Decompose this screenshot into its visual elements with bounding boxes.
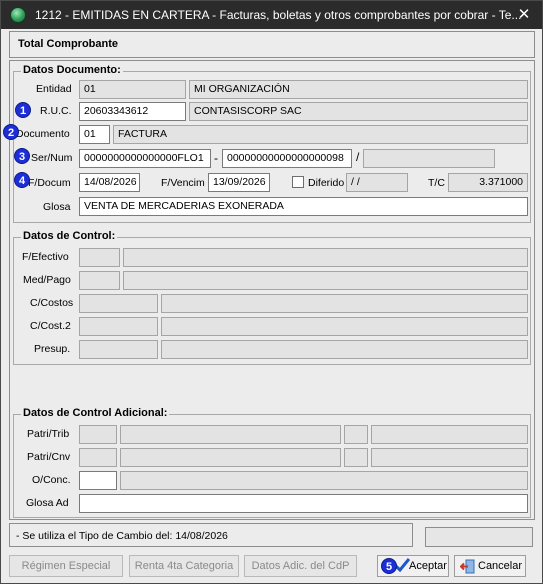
ruc-label: R.U.C. <box>40 105 72 117</box>
ccost2-desc-field <box>161 317 528 336</box>
presup-desc-field <box>161 340 528 359</box>
datos-control-legend: Datos de Control: <box>21 230 118 242</box>
ruc-name-field: CONTASISCORP SAC <box>189 102 528 121</box>
aceptar-button[interactable]: 5 Aceptar <box>377 555 449 577</box>
fefectivo-desc-field <box>123 248 528 267</box>
fvencim-input[interactable]: 13/09/2026 <box>208 173 270 192</box>
patricnv-label: Patri/Cnv <box>27 451 71 463</box>
sernum-slash: / <box>356 150 360 164</box>
sernum-extra-field <box>363 149 495 168</box>
status-message: - Se utiliza el Tipo de Cambio del: 14/0… <box>16 530 228 542</box>
entidad-code-field[interactable]: 01 <box>79 80 186 99</box>
app-logo-icon <box>10 7 26 23</box>
patricnv-desc-field <box>120 448 341 467</box>
cancelar-label: Cancelar <box>478 560 523 572</box>
medpago-label: Med/Pago <box>23 274 71 286</box>
sernum-label: Ser/Num <box>31 152 73 164</box>
status-extra-panel <box>425 527 533 547</box>
patritrib-code-field[interactable] <box>79 425 117 444</box>
step-2-badge: 2 <box>3 124 19 140</box>
datos-adic-cdp-button[interactable]: Datos Adic. del CdP <box>244 555 357 577</box>
exit-door-icon <box>460 559 475 574</box>
glosa-input[interactable]: VENTA DE MERCADERIAS EXONERADA <box>79 197 528 216</box>
status-message-panel: - Se utiliza el Tipo de Cambio del: 14/0… <box>9 523 413 547</box>
step-1-badge: 1 <box>15 102 31 118</box>
diferido-date-field: / / <box>346 173 408 192</box>
oconc-desc-field <box>120 471 528 490</box>
datos-control-adicional-legend: Datos de Control Adicional: <box>21 407 170 419</box>
cancelar-button[interactable]: Cancelar <box>454 555 526 577</box>
patricnv-code2-field[interactable] <box>344 448 368 467</box>
serie-input[interactable]: 0000000000000000FLO1 <box>79 149 211 168</box>
oconc-label: O/Conc. <box>32 474 71 486</box>
fdocum-label: F/Docum <box>28 177 71 189</box>
diferido-checkbox[interactable] <box>292 176 304 188</box>
title-bar[interactable]: 1212 - EMITIDAS EN CARTERA - Facturas, b… <box>1 1 542 29</box>
step-4-badge: 4 <box>14 172 30 188</box>
fefectivo-label: F/Efectivo <box>22 251 69 263</box>
documento-code-input[interactable]: 01 <box>79 125 110 144</box>
glosaad-input[interactable] <box>79 494 528 513</box>
step-5-badge: 5 <box>381 558 397 574</box>
window-title: 1212 - EMITIDAS EN CARTERA - Facturas, b… <box>35 8 522 22</box>
ccost2-code-field[interactable] <box>79 317 158 336</box>
patritrib-desc-field <box>120 425 341 444</box>
dialog-window: 1212 - EMITIDAS EN CARTERA - Facturas, b… <box>0 0 543 584</box>
tc-field: 3.371000 <box>448 173 528 192</box>
numero-input[interactable]: 00000000000000000098 <box>222 149 352 168</box>
close-icon[interactable]: ✕ <box>514 5 534 25</box>
fvencim-label: F/Vencim <box>161 177 205 189</box>
datos-documento-legend: Datos Documento: <box>21 64 123 76</box>
entidad-name-field: MI ORGANIZACIÓN <box>189 80 528 99</box>
glosaad-label: Glosa Ad <box>26 497 69 509</box>
fdocum-input[interactable]: 14/08/2026 <box>79 173 140 192</box>
medpago-code-field[interactable] <box>79 271 120 290</box>
documento-label: Documento <box>16 128 70 140</box>
total-comprobante-label: Total Comprobante <box>18 38 119 50</box>
oconc-code-input[interactable] <box>79 471 117 490</box>
presup-code-field[interactable] <box>79 340 158 359</box>
tc-label: T/C <box>428 177 445 189</box>
total-comprobante-panel: Total Comprobante <box>9 31 535 58</box>
patricnv-desc2-field <box>371 448 528 467</box>
sernum-dash: - <box>214 151 218 165</box>
patritrib-label: Patri/Trib <box>27 428 70 440</box>
ccostos-code-field[interactable] <box>79 294 158 313</box>
medpago-desc-field <box>123 271 528 290</box>
entidad-label: Entidad <box>36 83 72 95</box>
patritrib-code2-field[interactable] <box>344 425 368 444</box>
ccostos-label: C/Costos <box>30 297 74 309</box>
ccostos-desc-field <box>161 294 528 313</box>
renta-4ta-categoria-button[interactable]: Renta 4ta Categoria <box>129 555 239 577</box>
glosa-label: Glosa <box>43 201 71 213</box>
aceptar-label: Aceptar <box>409 560 447 572</box>
ccost2-label: C/Cost.2 <box>30 320 71 332</box>
fefectivo-code-field[interactable] <box>79 248 120 267</box>
documento-name-field: FACTURA <box>113 125 528 144</box>
main-body-panel: Datos Documento: Entidad 01 MI ORGANIZAC… <box>3 60 535 520</box>
step-3-badge: 3 <box>14 148 30 164</box>
patricnv-code-field[interactable] <box>79 448 117 467</box>
regimen-especial-button[interactable]: Régimen Especial <box>9 555 123 577</box>
diferido-label: Diferido <box>308 177 345 189</box>
patritrib-desc2-field <box>371 425 528 444</box>
ruc-input[interactable]: 20603343612 <box>79 102 186 121</box>
presup-label: Presup. <box>34 343 71 355</box>
